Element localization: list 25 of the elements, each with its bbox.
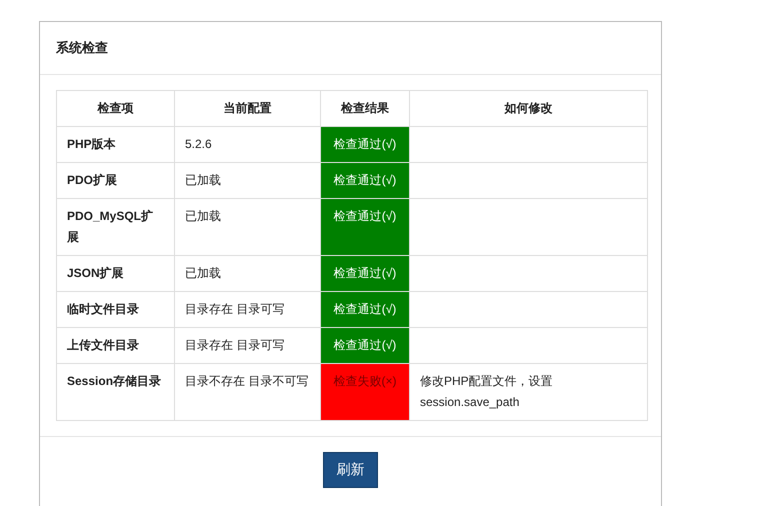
column-header: 检查项	[56, 90, 174, 126]
pass-result-cell: 检查通过(√)	[320, 328, 410, 364]
table-cell: JSON扩展	[56, 256, 174, 292]
table-cell: PDO_MySQL扩展	[56, 198, 174, 256]
refresh-button[interactable]: 刷新	[323, 452, 378, 488]
column-header: 当前配置	[174, 90, 320, 126]
pass-result-cell: 检查通过(√)	[320, 256, 410, 292]
table-cell: PDO扩展	[56, 162, 174, 198]
table-cell: 已加载	[174, 162, 320, 198]
table-cell: PHP版本	[56, 126, 174, 162]
column-header: 如何修改	[410, 90, 648, 126]
table-cell: 目录存在 目录可写	[174, 292, 320, 328]
fail-result-cell: 检查失败(×)	[320, 364, 410, 420]
pass-result-cell: 检查通过(√)	[320, 162, 410, 198]
panel-title: 系统检查	[56, 39, 108, 57]
table-cell: 5.2.6	[174, 126, 320, 162]
table-cell: 修改PHP配置文件，设置session.save_path	[410, 364, 648, 420]
pass-result-cell: 检查通过(√)	[320, 292, 410, 328]
table-cell: 临时文件目录	[56, 292, 174, 328]
table-cell: 上传文件目录	[56, 328, 174, 364]
table-cell: Session存储目录	[56, 364, 174, 420]
pass-result-cell: 检查通过(√)	[320, 126, 410, 162]
table-cell: 目录存在 目录可写	[174, 328, 320, 364]
table-cell: 已加载	[174, 256, 320, 292]
pass-result-cell: 检查通过(√)	[320, 198, 410, 256]
